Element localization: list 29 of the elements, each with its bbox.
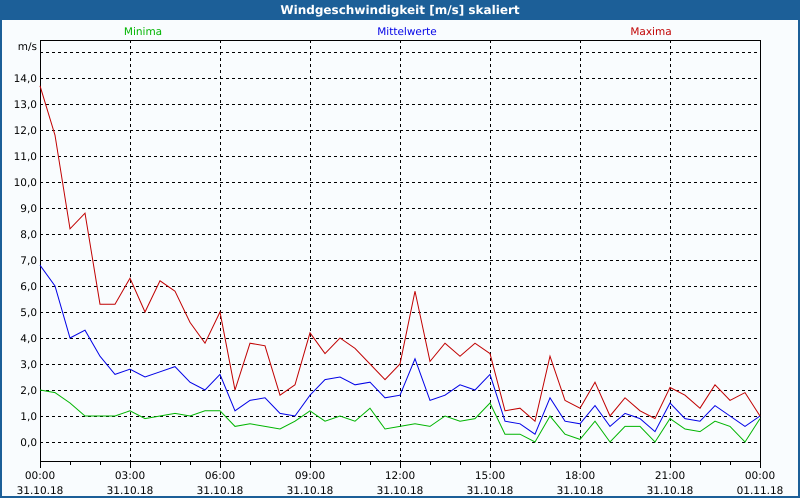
y-tick-label: 5,0 (20, 307, 37, 319)
y-tick-label: 2,0 (20, 385, 37, 397)
y-tick-label: 13,0 (14, 98, 37, 111)
x-tick-label: 12:00 31.10.18 (376, 470, 424, 496)
y-tick-label: 7,0 (20, 255, 37, 267)
x-tick-label: 00:00 31.10.18 (16, 470, 64, 496)
y-tick-label: 6,0 (20, 281, 37, 293)
y-tick-label: 4,0 (20, 333, 37, 345)
x-tick-label: 09:00 31.10.18 (286, 470, 334, 496)
y-tick-label: 12,0 (14, 124, 37, 137)
x-tick-label: 15:00 31.10.18 (466, 470, 514, 496)
legend-label: Mittelwerte (377, 26, 437, 38)
window-title: Windgeschwindigkeit [m/s] skaliert (2, 0, 798, 20)
y-tick-label: 10,0 (14, 176, 37, 189)
y-tick-label: 0,0 (20, 437, 37, 450)
y-tick-label: 14,0 (14, 72, 37, 85)
x-tick-label: 06:00 31.10.18 (196, 470, 244, 496)
y-tick-label: 9,0 (20, 202, 37, 215)
axis-unit-label: m/s (18, 41, 37, 53)
legend-label: Minima (124, 26, 162, 38)
x-tick-label: 00:00 01.11.18 (736, 470, 784, 496)
x-tick-label: 03:00 31.10.18 (106, 470, 154, 496)
y-tick-label: 11,0 (14, 150, 37, 163)
legend-label: Maxima (630, 26, 672, 38)
x-tick-label: 18:00 31.10.18 (556, 470, 604, 496)
y-tick-label: 1,0 (20, 411, 37, 424)
y-tick-label: 3,0 (20, 359, 37, 371)
y-tick-label: 8,0 (20, 229, 37, 241)
x-tick-label: 21:00 31.10.18 (646, 470, 694, 496)
